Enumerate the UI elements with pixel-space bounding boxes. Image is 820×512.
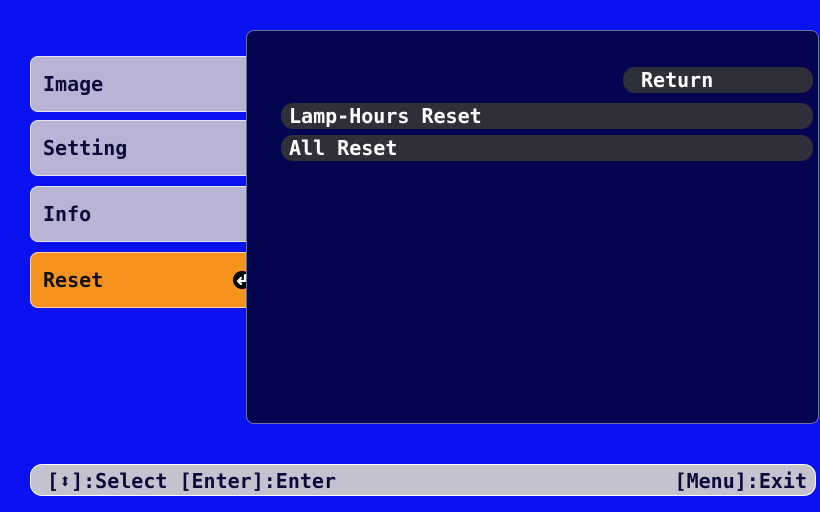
reset-panel: Return Lamp-Hours Reset All Reset	[246, 30, 819, 424]
status-left: [⬍]:Select [Enter]:Enter	[47, 469, 336, 493]
menu-item-image[interactable]: Image	[30, 56, 266, 112]
status-left-prefix: [	[47, 469, 60, 493]
menu-item-setting[interactable]: Setting	[30, 120, 266, 176]
return-button[interactable]: Return	[623, 67, 813, 93]
menu-item-info[interactable]: Info	[30, 186, 266, 242]
status-left-suffix: ]:Select [Enter]:Enter	[71, 469, 336, 493]
menu-item-reset[interactable]: Reset	[30, 252, 266, 308]
status-right: [Menu]:Exit	[674, 469, 807, 493]
menu-item-label: Info	[43, 202, 92, 226]
all-reset-label: All Reset	[289, 136, 398, 160]
return-label: Return	[641, 68, 714, 92]
up-down-arrow-icon: ⬍	[59, 469, 72, 493]
lamp-hours-reset-item[interactable]: Lamp-Hours Reset	[281, 103, 813, 129]
menu-item-label: Image	[43, 72, 104, 96]
menu-item-label: Reset	[43, 268, 104, 292]
lamp-hours-reset-label: Lamp-Hours Reset	[289, 104, 482, 128]
status-bar: [⬍]:Select [Enter]:Enter [Menu]:Exit	[30, 464, 816, 496]
menu-item-label: Setting	[43, 136, 128, 160]
all-reset-item[interactable]: All Reset	[281, 135, 813, 161]
